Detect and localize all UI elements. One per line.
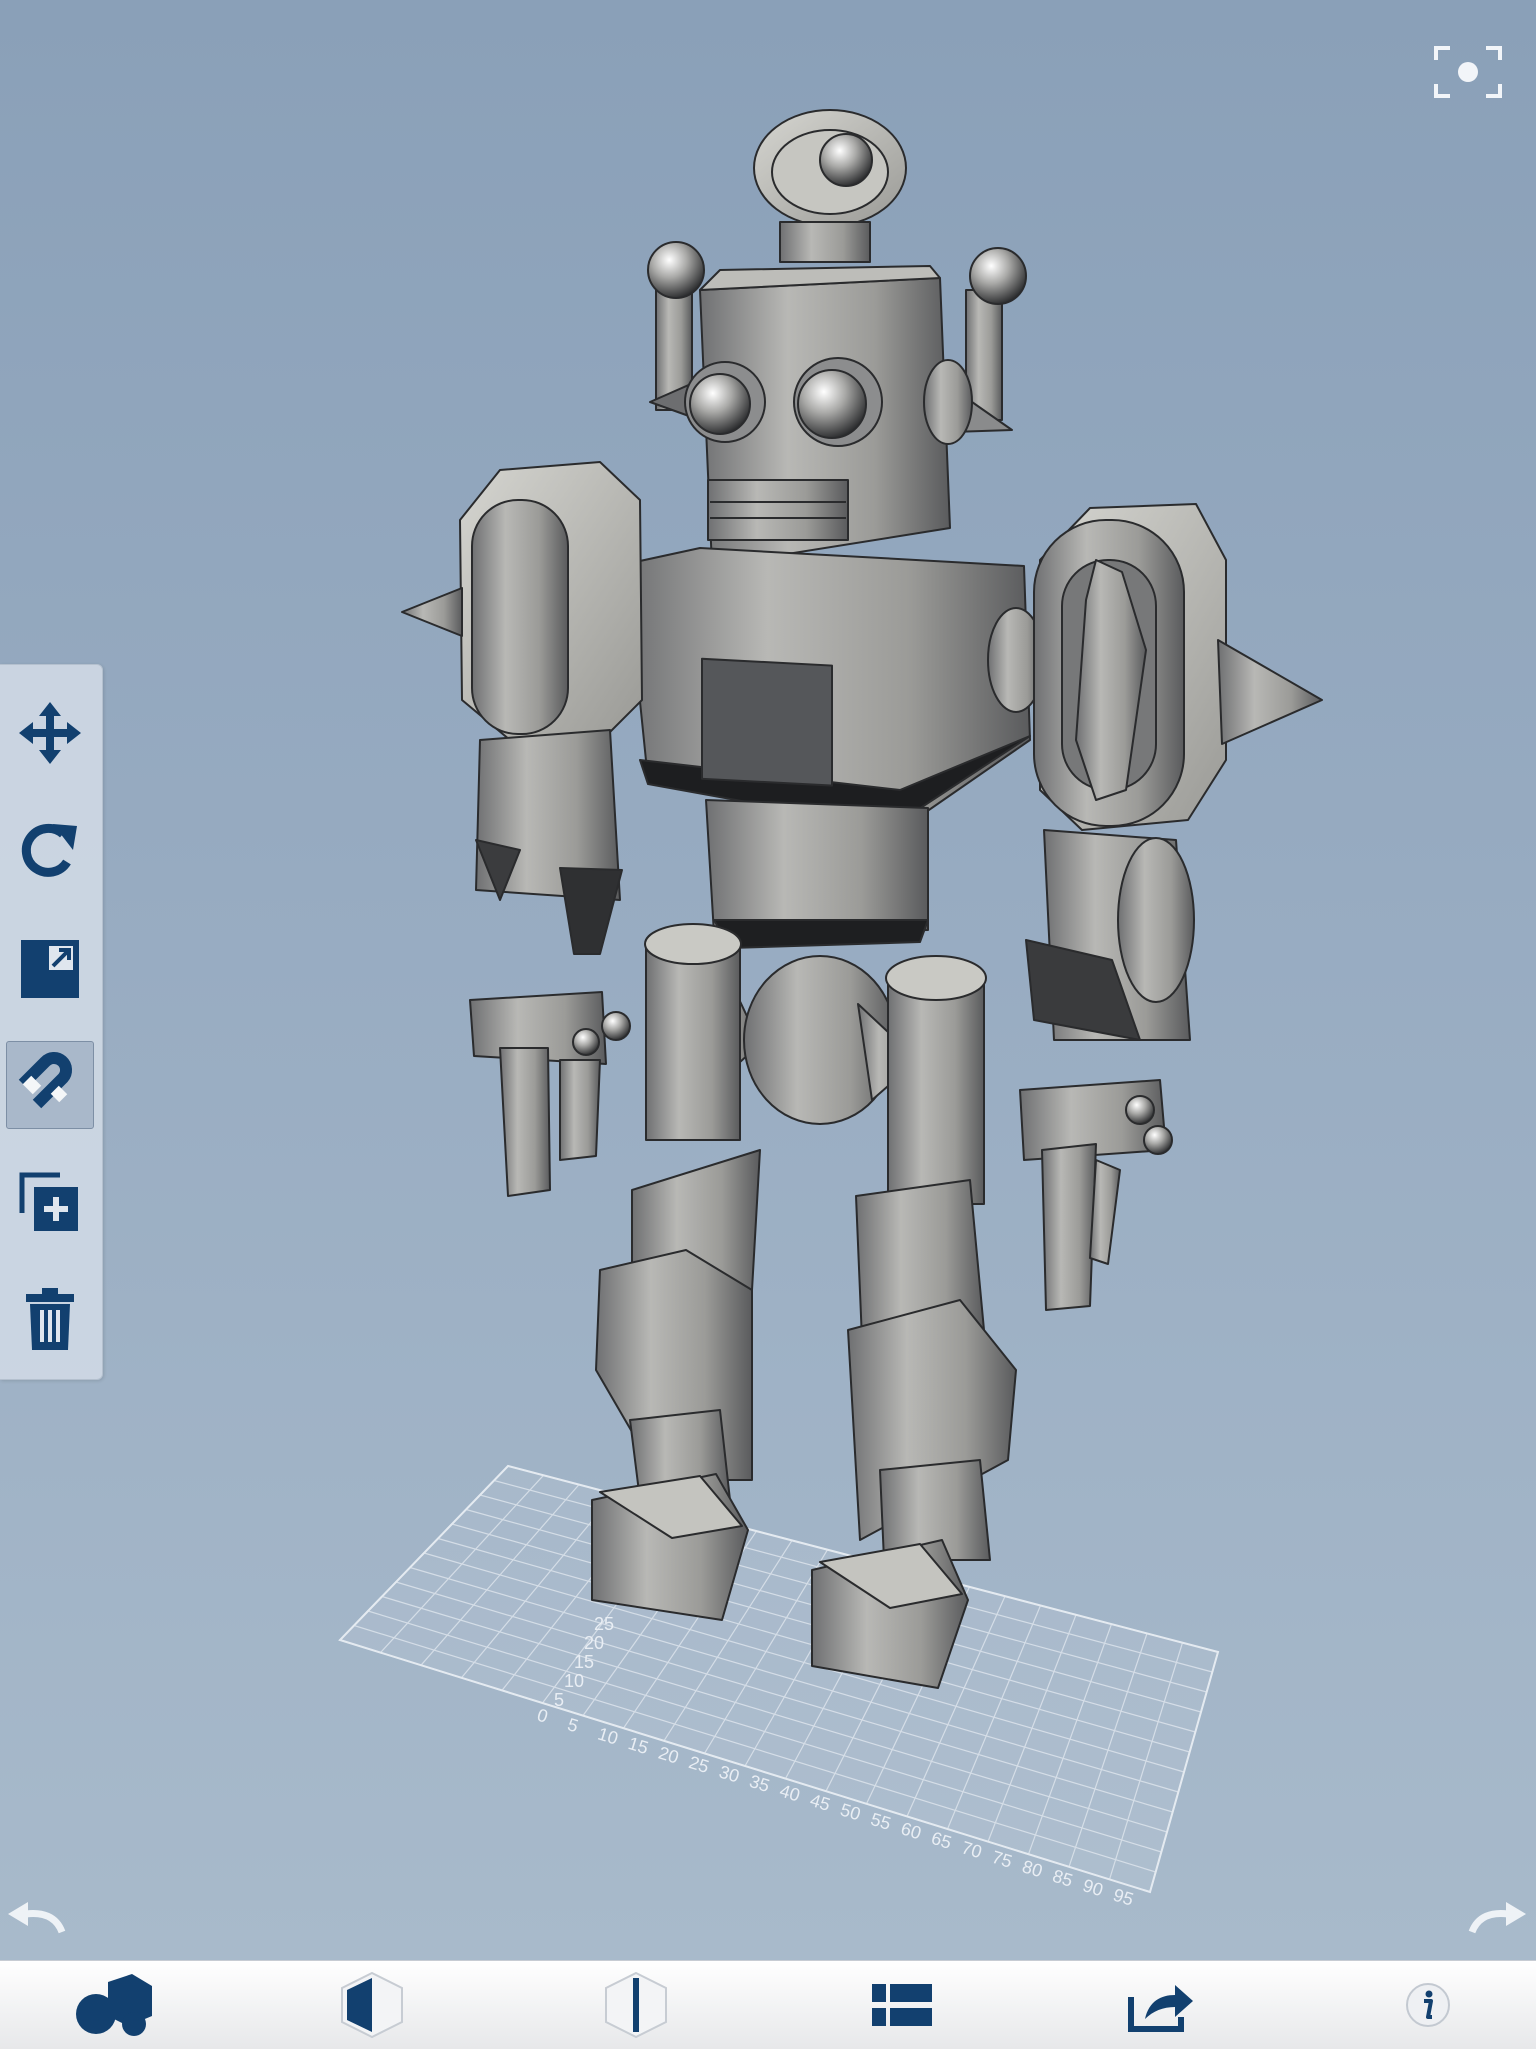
trash-icon <box>26 1288 74 1350</box>
move-arrows-icon <box>19 702 81 764</box>
half-cube-icon <box>341 1971 403 2039</box>
grid-y-tick-label: 10 <box>564 1671 584 1691</box>
grid-x-tick-label: 35 <box>747 1771 772 1796</box>
grid-x-tick-label: 45 <box>808 1790 833 1815</box>
delete-button[interactable] <box>6 1275 94 1363</box>
scale-button[interactable] <box>6 925 94 1013</box>
grid-x-tick-label: 30 <box>717 1762 742 1787</box>
grid-x-tick-label: 85 <box>1050 1866 1075 1891</box>
magnet-icon <box>18 1051 73 1109</box>
grid-x-tick-label: 55 <box>868 1809 893 1834</box>
duplicate-icon <box>19 1172 78 1231</box>
transform-toolbar <box>0 664 103 1380</box>
primitives-button[interactable] <box>44 1961 184 2049</box>
grid-x-tick-label: 90 <box>1081 1875 1106 1900</box>
share-button[interactable] <box>1092 1961 1232 2049</box>
shapes-icon <box>76 1974 152 2036</box>
focus-frame-icon <box>1434 46 1502 98</box>
undo-arrow-icon <box>8 1902 66 1934</box>
grid-x-tick-label: 95 <box>1111 1885 1136 1910</box>
focus-view-button[interactable] <box>1432 44 1504 100</box>
grid-x-tick-label: 25 <box>686 1752 711 1777</box>
split-cube-icon <box>605 1971 667 2039</box>
grid-y-tick-label: 5 <box>554 1690 564 1710</box>
grid-x-tick-label: 65 <box>929 1828 954 1853</box>
rotate-icon <box>21 823 77 877</box>
scale-icon <box>21 940 79 998</box>
parts-list-button[interactable] <box>832 1961 972 2049</box>
grid-y-tick-label: 25 <box>594 1614 614 1634</box>
grid-x-tick-label: 70 <box>959 1837 984 1862</box>
grid-y-tick-label: 15 <box>574 1652 594 1672</box>
grid-x-tick-label: 20 <box>656 1743 681 1768</box>
3d-viewport[interactable]: 0 5 10 15 20 25 30 35 40 45 50 55 60 65 70 75 80 85 90 95 5… <box>0 0 1536 1960</box>
info-icon <box>1406 1983 1450 2027</box>
redo-arrow-icon <box>1468 1902 1526 1934</box>
grid-x-tick-label: 50 <box>838 1799 863 1824</box>
build-plate-grid: 0 5 10 15 20 25 30 35 40 45 50 55 60 65 70 75 80 85 90 95 5… <box>338 1464 1220 1910</box>
grid-x-tick-label: 60 <box>899 1818 924 1843</box>
list-icon <box>872 1984 932 2026</box>
split-view-button[interactable] <box>566 1961 706 2049</box>
duplicate-button[interactable] <box>6 1159 94 1247</box>
snap-button[interactable] <box>6 1041 94 1129</box>
bottom-toolbar <box>0 1960 1536 2049</box>
grid-y-tick-label: 20 <box>584 1633 604 1653</box>
grid-x-tick-label: 80 <box>1020 1856 1045 1881</box>
redo-button[interactable] <box>1466 1898 1530 1938</box>
robot-model[interactable] <box>401 109 1323 1689</box>
shading-button[interactable] <box>302 1961 442 2049</box>
grid-x-tick-label: 5 <box>565 1714 580 1736</box>
info-button[interactable] <box>1358 1961 1498 2049</box>
grid-x-tick-label: 0 <box>535 1705 550 1727</box>
rotate-button[interactable] <box>6 807 94 895</box>
grid-x-tick-label: 40 <box>777 1780 802 1805</box>
grid-x-tick-label: 15 <box>626 1733 651 1758</box>
share-icon <box>1128 1985 1193 2032</box>
3d-scene[interactable]: 0 5 10 15 20 25 30 35 40 45 50 55 60 65 70 75 80 85 90 95 5… <box>0 0 1536 1960</box>
move-button[interactable] <box>6 689 94 777</box>
grid-x-tick-label: 75 <box>990 1847 1015 1872</box>
grid-x-tick-label: 10 <box>595 1724 620 1749</box>
undo-button[interactable] <box>4 1898 68 1938</box>
